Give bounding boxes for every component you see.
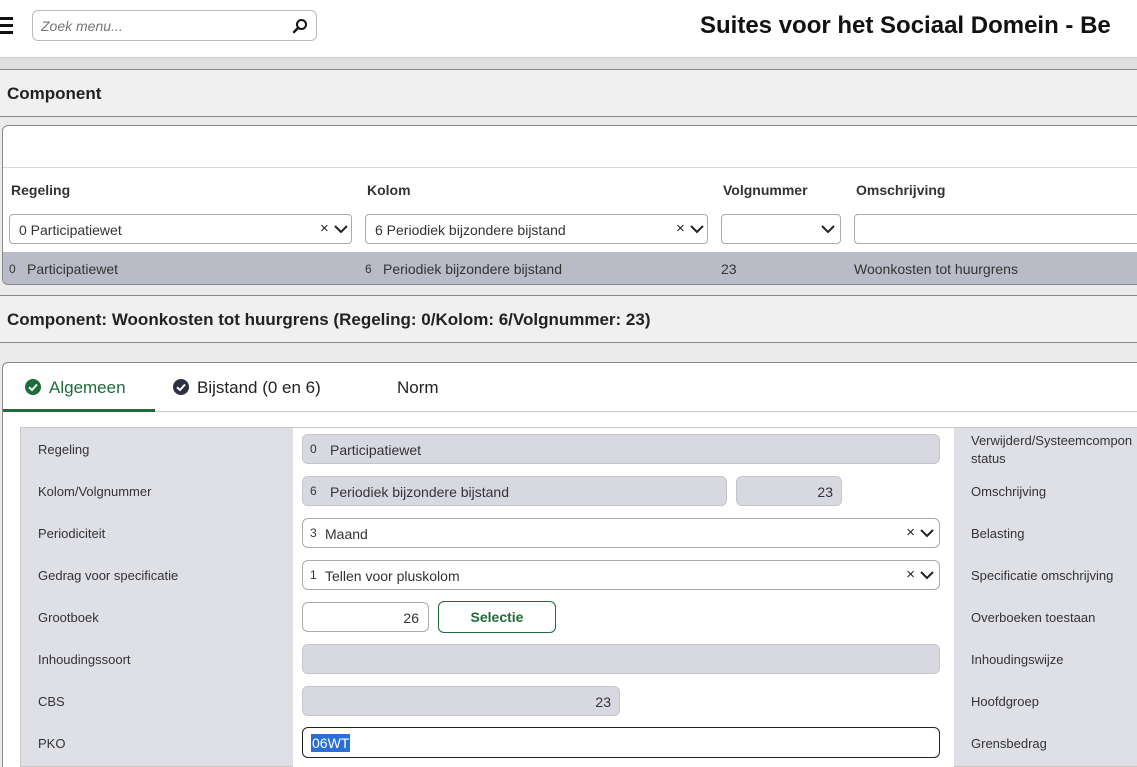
row-kolom-name: Periodiek bijzondere bijstand [383, 261, 562, 277]
label-specificatie-omschrijving: Specificatie omschrijving [971, 568, 1114, 583]
tab-bar: Algemeen Bijstand (0 en 6) Norm [3, 363, 1137, 412]
column-header-volgnummer[interactable]: Volgnummer [723, 182, 808, 198]
top-bar: Suites voor het Sociaal Domein - Be [0, 0, 1137, 58]
app-title: Suites voor het Sociaal Domein - Be [700, 12, 1111, 39]
periodiciteit-name: Maand [325, 526, 368, 542]
label-kolom-volgnummer: Kolom/Volgnummer [38, 484, 152, 499]
detail-section-header: Component: Woonkosten tot huurgrens (Reg… [0, 295, 1137, 343]
grootboek-value: 26 [403, 610, 419, 626]
label-periodiciteit: Periodiciteit [38, 526, 106, 541]
label-regeling: Regeling [38, 442, 90, 457]
regeling-field: 0 Participatiewet [302, 434, 940, 464]
detail-title: Component: Woonkosten tot huurgrens (Reg… [7, 310, 651, 329]
detail-tabs-panel: Algemeen Bijstand (0 en 6) Norm Regeling… [2, 362, 1137, 767]
filter-regeling[interactable]: 0 Participatiewet × [9, 214, 352, 244]
clear-icon[interactable]: × [320, 220, 329, 237]
tab-bijstand-label: Bijstand (0 en 6) [197, 378, 321, 397]
label-inhoudingswijze: Inhoudingswijze [971, 652, 1064, 667]
filter-omschrijving[interactable] [854, 214, 1137, 244]
tab-bijstand[interactable]: Bijstand (0 en 6) [155, 363, 355, 412]
label-status: status [971, 451, 1006, 466]
label-cbs: CBS [38, 694, 65, 709]
row-regeling-name: Participatiewet [27, 261, 119, 277]
section-title: Component [7, 84, 102, 103]
gedrag-select[interactable]: 1 Tellen voor pluskolom × [302, 560, 940, 590]
inhoudingssoort-field [302, 644, 940, 674]
pko-value: 06WT [311, 734, 351, 752]
clear-icon[interactable]: × [906, 566, 915, 583]
kolom-name: Periodiek bijzondere bijstand [330, 484, 509, 500]
tab-algemeen-label: Algemeen [49, 378, 126, 397]
pko-input[interactable]: 06WT [302, 727, 940, 758]
column-header-kolom[interactable]: Kolom [367, 182, 411, 198]
clear-icon[interactable]: × [676, 220, 685, 237]
search-icon[interactable] [292, 18, 308, 34]
label-grensbedrag: Grensbedrag [971, 736, 1047, 751]
tab-norm[interactable]: Norm [355, 363, 485, 412]
search-box[interactable] [32, 10, 317, 41]
regeling-code: 0 [310, 442, 317, 456]
chevron-down-icon[interactable] [919, 526, 935, 540]
chevron-down-icon[interactable] [689, 222, 705, 236]
chevron-down-icon[interactable] [333, 222, 349, 236]
label-omschrijving: Omschrijving [971, 484, 1047, 499]
label-grootboek: Grootboek [38, 610, 99, 625]
filter-volgnummer[interactable] [721, 214, 841, 244]
periodiciteit-code: 3 [310, 526, 317, 540]
grootboek-input[interactable]: 26 [302, 602, 429, 632]
filter-regeling-value: 0 Participatiewet [19, 222, 122, 238]
label-gedrag: Gedrag voor specificatie [38, 568, 179, 583]
table-row[interactable]: 0 Participatiewet 6 Periodiek bijzondere… [3, 252, 1137, 284]
label-pko: PKO [38, 736, 66, 751]
cbs-value: 23 [595, 694, 611, 710]
component-grid: Regeling Kolom Volgnummer Omschrijving 0… [2, 125, 1137, 285]
label-overboeken-toestaan: Overboeken toestaan [971, 610, 1096, 625]
label-hoofdgroep: Hoofdgroep [971, 694, 1039, 709]
tab-algemeen[interactable]: Algemeen [3, 363, 155, 412]
cbs-field: 23 [302, 686, 620, 716]
column-header-omschrijving[interactable]: Omschrijving [856, 182, 945, 198]
row-regeling-code: 0 [9, 262, 16, 276]
check-circle-icon [25, 379, 41, 395]
kolom-field: 6 Periodiek bijzondere bijstand [302, 476, 727, 506]
menu-icon[interactable] [0, 17, 13, 35]
kolom-code: 6 [310, 484, 317, 498]
tab-norm-label: Norm [397, 378, 439, 397]
row-kolom-code: 6 [365, 262, 372, 276]
volgnummer-value: 23 [817, 484, 833, 500]
selectie-button[interactable]: Selectie [438, 601, 556, 633]
chevron-down-icon[interactable] [820, 222, 836, 236]
component-section-header: Component [0, 69, 1137, 117]
form-area: Regeling Kolom/Volgnummer Periodiciteit … [20, 427, 1137, 767]
volgnummer-field: 23 [736, 476, 842, 506]
chevron-down-icon[interactable] [919, 568, 935, 582]
row-volgnummer: 23 [721, 261, 737, 277]
check-circle-icon [173, 379, 189, 395]
label-verwijderd: Verwijderd/Systeemcompon [971, 433, 1133, 448]
filter-kolom[interactable]: 6 Periodiek bijzondere bijstand × [365, 214, 708, 244]
filter-kolom-value: 6 Periodiek bijzondere bijstand [375, 222, 566, 238]
clear-icon[interactable]: × [906, 524, 915, 541]
grid-toolbar [3, 126, 1137, 168]
search-input[interactable] [41, 17, 286, 35]
gedrag-name: Tellen voor pluskolom [325, 568, 460, 584]
regeling-name: Participatiewet [330, 442, 422, 458]
label-inhoudingssoort: Inhoudingssoort [38, 652, 131, 667]
periodiciteit-select[interactable]: 3 Maand × [302, 518, 940, 548]
gedrag-code: 1 [310, 568, 317, 582]
column-header-regeling[interactable]: Regeling [11, 182, 70, 198]
row-omschrijving: Woonkosten tot huurgrens [854, 261, 1018, 277]
label-belasting: Belasting [971, 526, 1025, 541]
